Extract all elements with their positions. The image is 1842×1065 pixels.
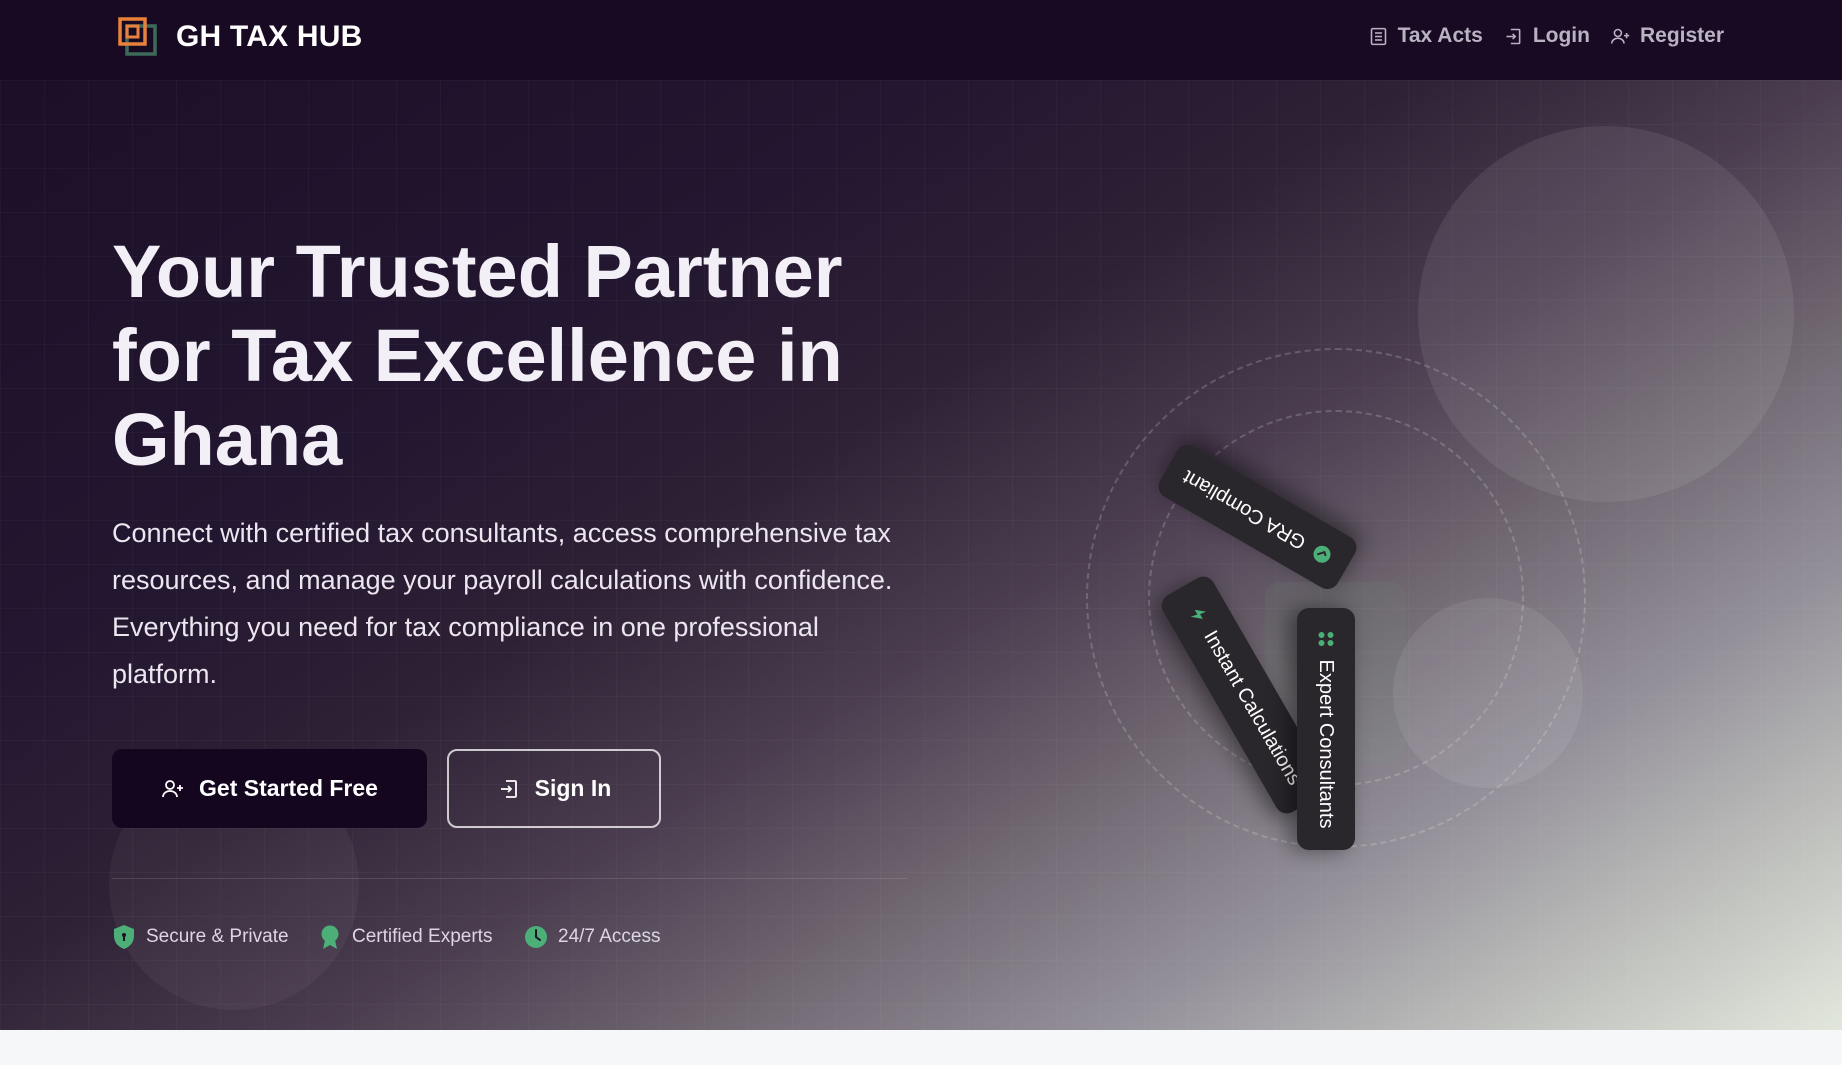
- button-label: Sign In: [534, 775, 612, 801]
- nav-link-login[interactable]: Login: [1503, 24, 1590, 48]
- trust-badge-certified: Certified Experts: [318, 924, 492, 950]
- lightning-icon: [1190, 609, 1207, 619]
- divider: [112, 878, 908, 879]
- sign-in-button[interactable]: Sign In: [447, 749, 661, 828]
- logo-icon: [118, 17, 157, 56]
- nav-links: Tax Acts Login Register: [1368, 24, 1724, 48]
- users-icon: [1318, 631, 1334, 646]
- feature-pill-expert: Expert Consultants: [1297, 608, 1355, 850]
- nav-link-label: Tax Acts: [1397, 24, 1483, 47]
- get-started-button[interactable]: Get Started Free: [112, 749, 427, 828]
- hero-description: Connect with certified tax consultants, …: [112, 518, 893, 689]
- feature-pill-label: Expert Consultants: [1315, 659, 1338, 829]
- trust-badge-label: 24/7 Access: [558, 926, 661, 947]
- hero-visual: GRA Compliant Instant Calculations Exper…: [1080, 342, 1600, 862]
- trust-badge-access: 24/7 Access: [524, 924, 660, 950]
- brand-home-link[interactable]: GH TAX HUB: [117, 16, 362, 58]
- trust-badge-label: Secure & Private: [146, 926, 289, 947]
- award-icon: [321, 925, 339, 949]
- user-plus-icon: [162, 779, 184, 797]
- trust-badge-secure: Secure & Private: [112, 924, 289, 950]
- login-icon: [1506, 28, 1521, 44]
- nav-link-tax-acts[interactable]: Tax Acts: [1368, 24, 1483, 48]
- top-navbar: GH TAX HUB Tax Acts Login Register: [0, 0, 1842, 80]
- document-icon: [1370, 27, 1386, 45]
- brand-name: GH TAX HUB: [176, 20, 363, 53]
- check-circle-icon: [1313, 545, 1331, 563]
- next-section-top: [0, 1030, 1842, 1065]
- clock-icon: [525, 926, 547, 948]
- nav-link-register[interactable]: Register: [1610, 24, 1724, 48]
- hero-title: Your Trusted Partner for Tax Excellence …: [112, 230, 843, 481]
- trust-badge-label: Certified Experts: [352, 926, 493, 947]
- user-plus-icon: [1610, 28, 1630, 44]
- hero-section: Your Trusted Partner for Tax Excellence …: [0, 80, 1842, 1030]
- nav-link-label: Login: [1532, 24, 1590, 47]
- login-icon: [500, 779, 517, 798]
- shield-check-icon: [114, 925, 134, 949]
- button-label: Get Started Free: [199, 775, 378, 801]
- nav-link-label: Register: [1639, 24, 1724, 47]
